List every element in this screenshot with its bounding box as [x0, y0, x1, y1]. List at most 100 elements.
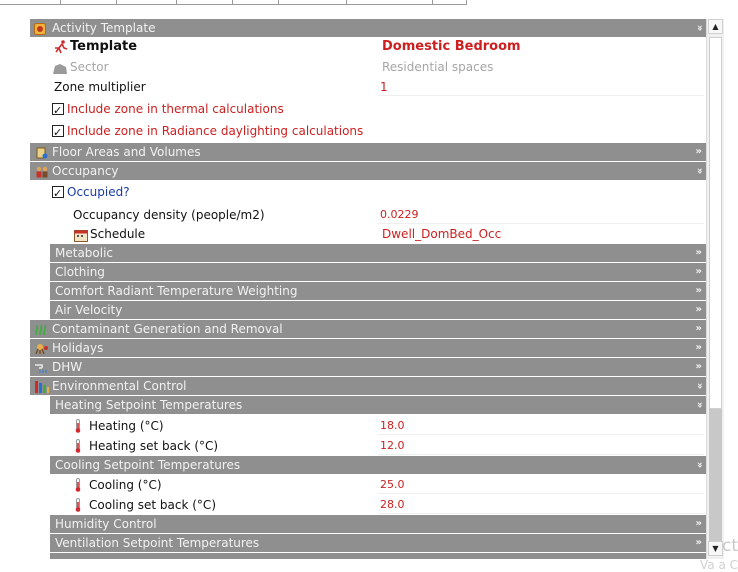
field-cooling[interactable]: Cooling (°C) 25.0 — [30, 475, 706, 495]
section-label: Clothing — [55, 265, 105, 279]
zone-multiplier-value[interactable]: 1 — [380, 77, 388, 97]
section-humidity-control[interactable]: Humidity Control » — [50, 515, 706, 533]
field-zone-multiplier[interactable]: Zone multiplier 1 — [30, 77, 706, 97]
field-heating[interactable]: Heating (°C) 18.0 — [30, 416, 706, 436]
schedule-value[interactable]: Dwell_DomBed_Occ — [382, 224, 501, 244]
field-cooling-setback[interactable]: Cooling set back (°C) 28.0 — [30, 495, 706, 515]
tab[interactable] — [0, 0, 61, 5]
tab[interactable] — [116, 0, 177, 5]
occupancy-density-value[interactable]: 0.0229 — [380, 205, 419, 225]
section-ventilation-setpoints[interactable]: Ventilation Setpoint Temperatures » — [50, 534, 706, 552]
cooling-input-box[interactable] — [378, 477, 704, 494]
section-heating-setpoints[interactable]: Heating Setpoint Temperatures » — [50, 396, 706, 414]
expand-icon[interactable]: » — [696, 320, 702, 338]
cooling-label: Cooling (°C) — [89, 478, 162, 492]
expand-icon[interactable]: » — [696, 534, 702, 552]
section-label: DHW — [52, 360, 83, 374]
section-label: Environmental Control — [52, 379, 187, 393]
thermometer-icon — [75, 419, 81, 433]
thermometer-icon — [75, 478, 81, 492]
vertical-scrollbar[interactable]: ▲ ▼ — [706, 19, 724, 559]
field-include-thermal[interactable]: Include zone in thermal calculations — [30, 99, 706, 121]
people-icon — [35, 165, 49, 178]
collapse-icon[interactable]: » — [690, 168, 706, 174]
scroll-up-icon[interactable]: ▲ — [708, 19, 723, 34]
collapse-icon[interactable]: » — [690, 383, 706, 389]
thermometer-icon — [75, 439, 81, 453]
section-air-velocity[interactable]: Air Velocity » — [50, 301, 706, 319]
heating-setback-input-box[interactable] — [378, 438, 704, 455]
field-occupancy-density[interactable]: Occupancy density (people/m2) 0.0229 — [30, 205, 706, 225]
tab[interactable] — [232, 0, 279, 5]
field-sector[interactable]: Sector Residential spaces — [30, 57, 706, 77]
section-activity-template[interactable]: Activity Template » — [30, 19, 706, 37]
heating-label: Heating (°C) — [89, 419, 164, 433]
collapse-icon[interactable]: » — [690, 402, 706, 408]
scroll-track[interactable] — [709, 409, 722, 541]
scroll-thumb[interactable] — [709, 37, 722, 409]
tab[interactable] — [176, 0, 233, 5]
section-label: Metabolic — [55, 246, 114, 260]
section-label: Heating Setpoint Temperatures — [55, 398, 243, 412]
section-clothing[interactable]: Clothing » — [50, 263, 706, 281]
cooling-value[interactable]: 25.0 — [380, 475, 405, 495]
expand-icon[interactable]: » — [696, 143, 702, 161]
expand-icon[interactable]: » — [696, 358, 702, 376]
template-value[interactable]: Domestic Bedroom — [382, 37, 521, 57]
section-label: Ventilation Setpoint Temperatures — [55, 536, 260, 550]
field-occupied[interactable]: Occupied? — [30, 182, 706, 204]
field-include-radiance[interactable]: Include zone in Radiance daylighting cal… — [30, 121, 706, 143]
section-partial[interactable] — [50, 553, 706, 559]
section-label: Cooling Setpoint Temperatures — [55, 458, 241, 472]
zone-multiplier-label: Zone multiplier — [54, 80, 146, 94]
section-occupancy[interactable]: Occupancy » — [30, 162, 706, 180]
section-comfort[interactable]: Comfort Radiant Temperature Weighting » — [50, 282, 706, 300]
section-label: Occupancy — [52, 164, 119, 178]
activation-watermark: ctiv — [722, 536, 738, 556]
scroll-down-icon[interactable]: ▼ — [708, 541, 723, 556]
heating-input-box[interactable] — [378, 418, 704, 435]
tab[interactable] — [60, 0, 117, 5]
tab[interactable] — [432, 0, 467, 5]
field-heating-setback[interactable]: Heating set back (°C) 12.0 — [30, 436, 706, 456]
occupied-label: Occupied? — [67, 185, 130, 199]
include-thermal-checkbox[interactable] — [52, 101, 64, 121]
expand-icon[interactable]: » — [696, 244, 702, 262]
expand-icon[interactable]: » — [696, 515, 702, 533]
collapse-icon[interactable]: » — [690, 25, 706, 31]
section-floor-areas[interactable]: Floor Areas and Volumes » — [30, 143, 706, 161]
section-contaminant[interactable]: Contaminant Generation and Removal » — [30, 320, 706, 338]
include-thermal-label: Include zone in thermal calculations — [67, 102, 284, 116]
section-label: Contaminant Generation and Removal — [52, 322, 283, 336]
activation-watermark-sub: Va a C — [700, 558, 738, 572]
section-dhw[interactable]: DHW » — [30, 358, 706, 376]
field-schedule[interactable]: Schedule Dwell_DomBed_Occ — [30, 224, 706, 244]
model-data-panel: Activity Template » Template Domestic Be… — [30, 19, 706, 559]
expand-icon[interactable]: » — [696, 339, 702, 357]
field-template[interactable]: Template Domestic Bedroom — [30, 37, 706, 57]
sector-value: Residential spaces — [382, 60, 494, 74]
collapse-icon[interactable]: » — [690, 462, 706, 468]
thermometer-icon — [75, 498, 81, 512]
section-label: Floor Areas and Volumes — [52, 145, 201, 159]
section-metabolic[interactable]: Metabolic » — [50, 244, 706, 262]
section-label: Air Velocity — [55, 303, 123, 317]
zone-multiplier-input-box[interactable] — [378, 79, 704, 96]
section-cooling-setpoints[interactable]: Cooling Setpoint Temperatures » — [50, 456, 706, 474]
tab[interactable] — [346, 0, 433, 5]
occupancy-density-input-box[interactable] — [378, 207, 704, 224]
expand-icon[interactable]: » — [696, 263, 702, 281]
include-radiance-checkbox[interactable] — [52, 123, 64, 143]
include-radiance-label: Include zone in Radiance daylighting cal… — [67, 124, 364, 138]
occupied-checkbox[interactable] — [52, 184, 64, 204]
section-environmental-control[interactable]: Environmental Control » — [30, 377, 706, 395]
heating-value[interactable]: 18.0 — [380, 416, 405, 436]
tab[interactable] — [278, 0, 347, 5]
heating-setback-value[interactable]: 12.0 — [380, 436, 405, 456]
cooling-setback-value[interactable]: 28.0 — [380, 495, 405, 515]
cooling-setback-input-box[interactable] — [378, 497, 704, 514]
schedule-label: Schedule — [90, 227, 146, 241]
expand-icon[interactable]: » — [696, 301, 702, 319]
expand-icon[interactable]: » — [696, 282, 702, 300]
section-holidays[interactable]: Holidays » — [30, 339, 706, 357]
